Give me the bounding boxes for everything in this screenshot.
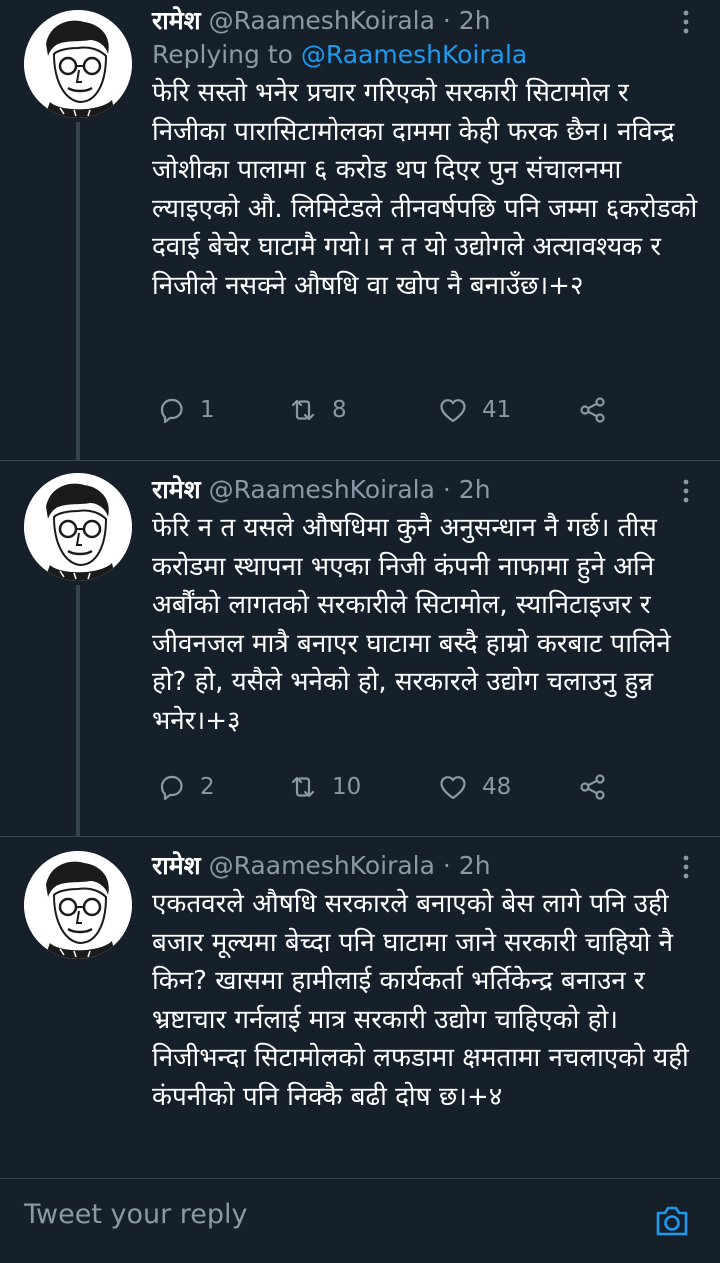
tweet-text: फेरि सस्तो भनेर प्रचार गरिएको सरकारी सिट… <box>152 78 698 301</box>
thread-line <box>76 122 80 460</box>
heart-icon <box>440 776 466 800</box>
separator: · <box>442 6 451 35</box>
retweet-button[interactable]: 10 <box>288 767 361 807</box>
avatar[interactable] <box>24 851 132 959</box>
replying-to-label: Replying to <box>152 40 301 69</box>
reply-button[interactable]: 1 <box>156 390 215 430</box>
thread-line <box>76 585 80 836</box>
author-handle[interactable]: @RaameshKoirala <box>209 851 435 880</box>
replying-to: Replying to @RaameshKoirala <box>152 38 700 72</box>
replying-to-mention[interactable]: @RaameshKoirala <box>301 40 527 69</box>
share-button[interactable] <box>578 390 622 430</box>
more-vertical-icon[interactable] <box>672 8 700 36</box>
more-vertical-icon[interactable] <box>672 477 700 505</box>
avatar[interactable] <box>24 473 132 581</box>
reply-button[interactable]: 2 <box>156 767 215 807</box>
retweet-count: 10 <box>332 774 362 800</box>
timestamp[interactable]: 2h <box>459 475 491 504</box>
reply-count: 2 <box>200 774 215 800</box>
author-name[interactable]: रामेश <box>152 6 201 35</box>
retweet-button[interactable]: 8 <box>288 390 347 430</box>
share-icon <box>580 774 605 800</box>
author-handle[interactable]: @RaameshKoirala <box>209 475 435 504</box>
reply-composer[interactable]: Tweet your reply <box>0 1178 720 1263</box>
reply-icon <box>160 398 183 424</box>
tweet-text: फेरि न त यसले औषधिमा कुनै अनुसन्धान नै ग… <box>152 513 671 736</box>
share-button[interactable] <box>578 767 622 807</box>
camera-icon[interactable] <box>652 1201 692 1241</box>
retweet-icon <box>291 776 315 798</box>
timestamp[interactable]: 2h <box>459 6 491 35</box>
tweet[interactable]: रामेश @RaameshKoirala · 2h फेरि न त यसले… <box>0 461 720 836</box>
tweet-header: रामेश @RaameshKoirala · 2h <box>152 473 700 507</box>
avatar[interactable] <box>24 10 132 118</box>
reply-input-placeholder[interactable]: Tweet your reply <box>24 1199 248 1230</box>
like-button[interactable]: 48 <box>438 767 511 807</box>
reply-icon <box>160 775 183 801</box>
tweet-header: रामेश @RaameshKoirala · 2h <box>152 849 700 883</box>
author-name[interactable]: रामेश <box>152 475 201 504</box>
separator: · <box>442 475 451 504</box>
like-button[interactable]: 41 <box>438 390 511 430</box>
reply-count: 1 <box>200 397 215 423</box>
share-icon <box>580 397 605 423</box>
tweet-actions: 2 10 48 <box>152 767 632 807</box>
more-vertical-icon[interactable] <box>672 853 700 881</box>
retweet-count: 8 <box>332 397 347 423</box>
author-handle[interactable]: @RaameshKoirala <box>209 6 435 35</box>
separator: · <box>442 851 451 880</box>
tweet[interactable]: रामेश @RaameshKoirala · 2h Replying to @… <box>0 0 720 460</box>
tweet-text: एकतवरले औषधि सरकारले बनाएको बेस लागे पनि… <box>152 889 689 1112</box>
tweet-header: रामेश @RaameshKoirala · 2h <box>152 4 700 38</box>
author-name[interactable]: रामेश <box>152 851 201 880</box>
heart-icon <box>440 399 466 423</box>
tweet[interactable]: रामेश @RaameshKoirala · 2h एकतवरले औषधि … <box>0 837 720 1178</box>
timestamp[interactable]: 2h <box>459 851 491 880</box>
tweet-actions: 1 8 41 <box>152 390 632 430</box>
like-count: 41 <box>482 397 512 423</box>
like-count: 48 <box>482 774 512 800</box>
retweet-icon <box>291 399 315 421</box>
